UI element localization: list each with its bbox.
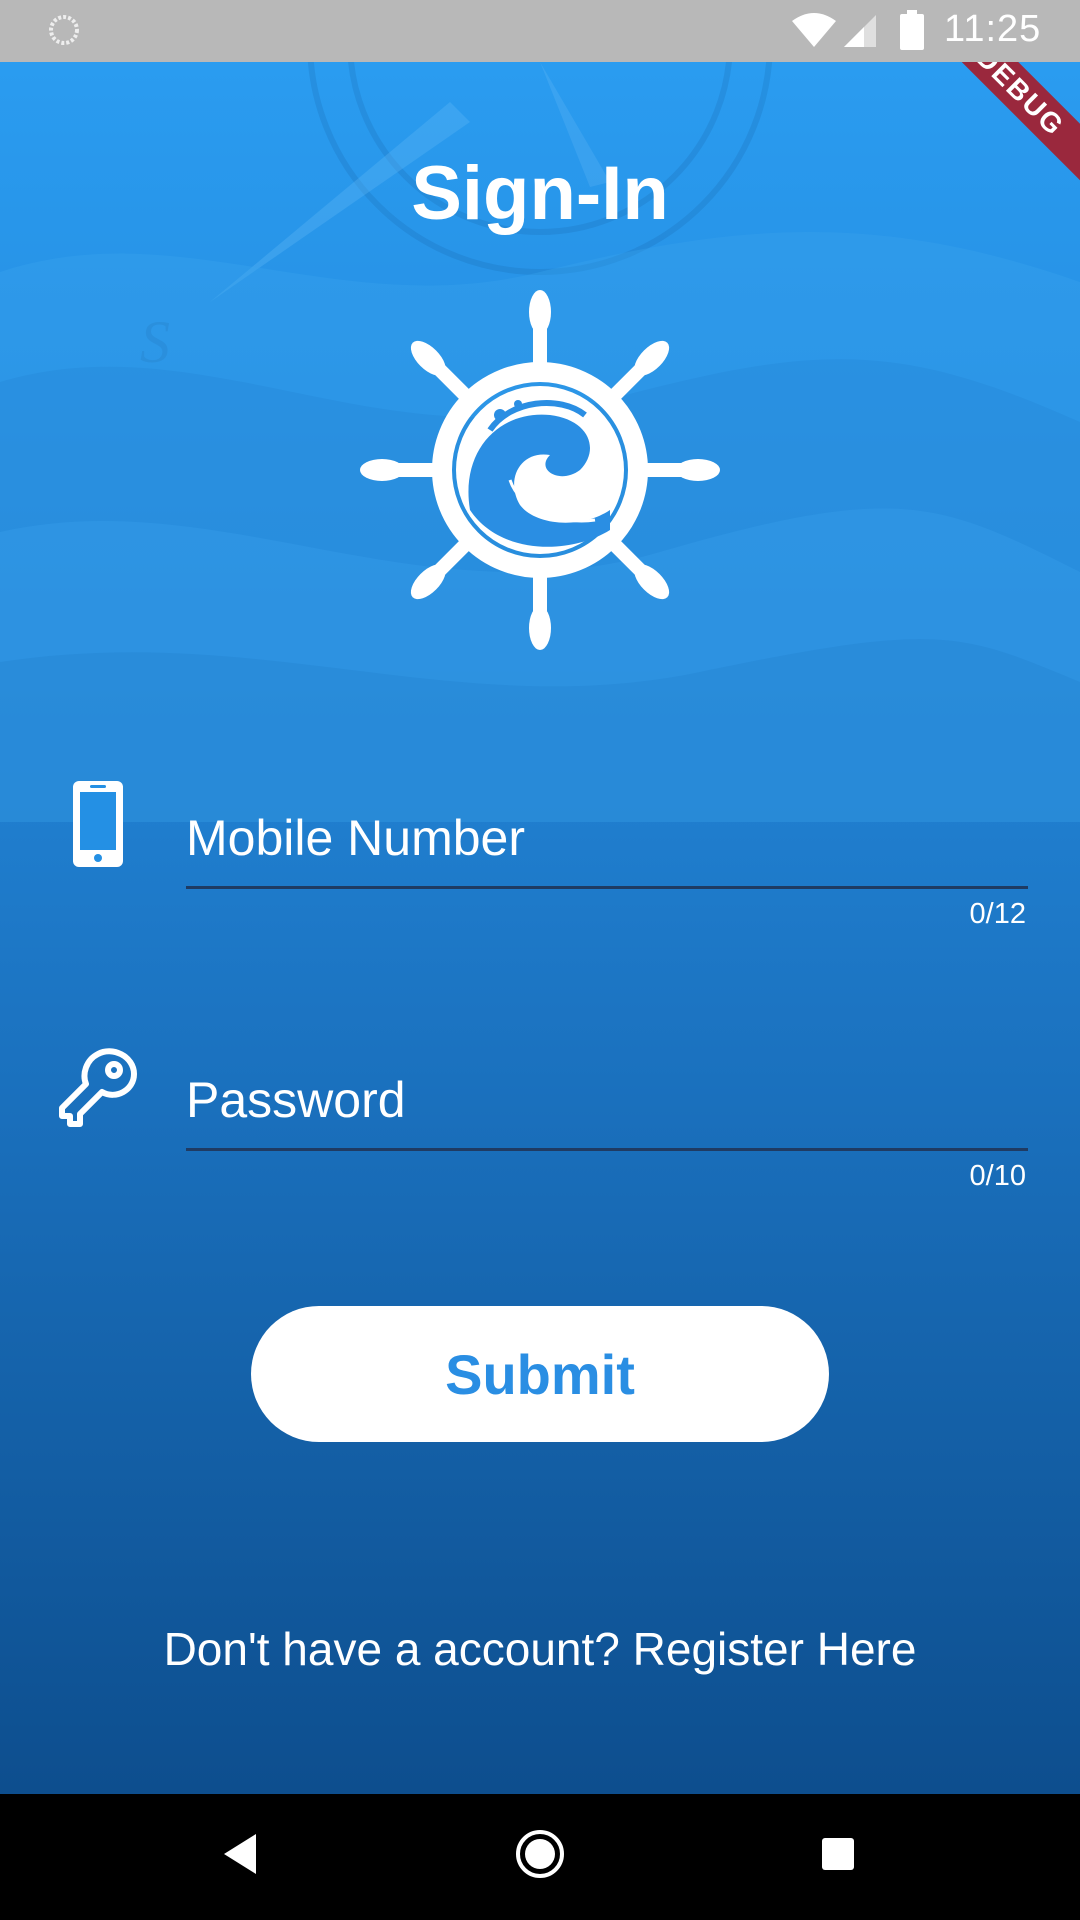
status-bar: 11:25 bbox=[0, 0, 1080, 62]
battery-icon bbox=[900, 10, 924, 50]
submit-button[interactable]: Submit bbox=[251, 1306, 829, 1442]
page-title: Sign-In bbox=[411, 151, 669, 236]
status-time: 11:25 bbox=[944, 8, 1042, 50]
cell-signal-icon bbox=[844, 15, 876, 47]
mobile-number-field[interactable] bbox=[186, 790, 1028, 889]
recents-icon[interactable] bbox=[820, 1836, 856, 1872]
password-counter: 0/10 bbox=[969, 1160, 1026, 1192]
wifi-icon bbox=[792, 13, 836, 47]
navigation-bar bbox=[0, 1794, 1080, 1920]
mobile-number-input[interactable] bbox=[186, 790, 1028, 886]
mobile-number-counter: 0/12 bbox=[969, 898, 1026, 930]
home-icon[interactable] bbox=[514, 1828, 566, 1880]
ship-wheel-logo bbox=[360, 290, 720, 650]
register-link[interactable]: Don't have a account? Register Here bbox=[0, 1622, 1080, 1676]
loading-icon bbox=[49, 15, 79, 45]
screen: 11:25 S Sign-In Mobile Number 0/12 0/10 … bbox=[0, 0, 1080, 1920]
back-icon[interactable] bbox=[222, 1832, 258, 1876]
password-field[interactable] bbox=[186, 1052, 1028, 1151]
smartphone-icon bbox=[73, 781, 123, 867]
sign-in-screen: S Sign-In Mobile Number 0/12 0/10 Submit… bbox=[0, 62, 1080, 1794]
key-icon bbox=[59, 1048, 137, 1127]
password-input[interactable] bbox=[186, 1052, 1028, 1148]
